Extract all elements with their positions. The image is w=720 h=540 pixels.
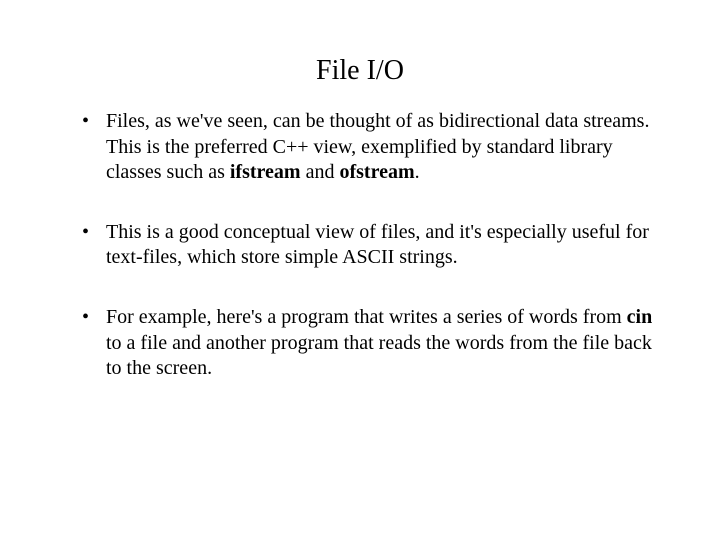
slide-title: File I/O bbox=[60, 55, 660, 87]
bullet-text: and bbox=[301, 161, 340, 183]
bullet-text: For example, here's a program that write… bbox=[106, 306, 627, 328]
bullet-text: . bbox=[415, 161, 420, 183]
bullet-code: ofstream bbox=[339, 161, 414, 183]
bullet-code: cin bbox=[627, 306, 653, 328]
bullet-code: ifstream bbox=[230, 161, 301, 183]
bullet-list: Files, as we've seen, can be thought of … bbox=[60, 109, 660, 382]
bullet-item: For example, here's a program that write… bbox=[88, 305, 660, 382]
bullet-item: This is a good conceptual view of files,… bbox=[88, 220, 660, 271]
bullet-item: Files, as we've seen, can be thought of … bbox=[88, 109, 660, 186]
bullet-text: to a file and another program that reads… bbox=[106, 332, 652, 380]
bullet-text: This is a good conceptual view of files,… bbox=[106, 221, 649, 269]
